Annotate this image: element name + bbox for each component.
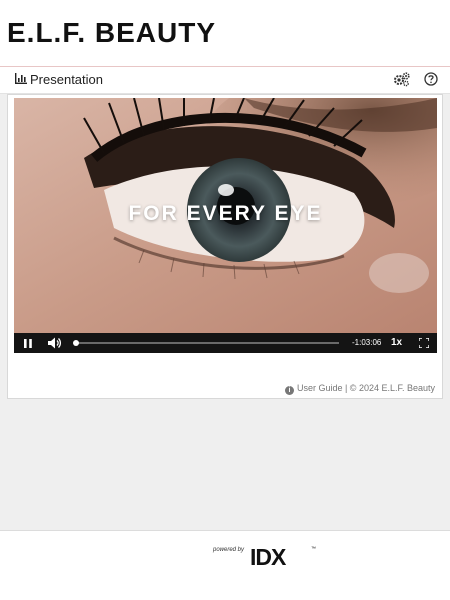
page-title: Presentation bbox=[30, 72, 103, 87]
footer-note: i User Guide | © 2024 E.L.F. Beauty bbox=[284, 383, 435, 395]
fullscreen-icon[interactable] bbox=[419, 338, 429, 348]
presentation-toolbar: Presentation bbox=[0, 67, 450, 94]
playback-speed-button[interactable]: 1x bbox=[391, 337, 402, 349]
brand-logo: E.L.F. BEAUTY bbox=[7, 17, 217, 48]
video-controls: -1:03:06 1x bbox=[14, 333, 437, 353]
video-caption: FOR EVERY EYE bbox=[128, 202, 323, 225]
trademark-symbol: ™ bbox=[311, 546, 316, 552]
pause-icon[interactable] bbox=[24, 339, 32, 348]
help-icon[interactable] bbox=[424, 72, 438, 86]
powered-by-label: powered by bbox=[213, 547, 245, 553]
progress-bar[interactable] bbox=[73, 340, 339, 346]
progress-handle[interactable] bbox=[73, 340, 80, 346]
powered-by-bar bbox=[0, 531, 450, 600]
idx-logo: IDX bbox=[250, 544, 286, 570]
user-guide-link[interactable]: User Guide | © 2024 E.L.F. Beauty bbox=[297, 383, 435, 393]
video-player[interactable]: FOR EVERY EYE bbox=[14, 98, 437, 333]
info-icon: i bbox=[284, 386, 294, 395]
volume-icon[interactable] bbox=[48, 337, 61, 349]
chart-icon bbox=[15, 73, 27, 84]
gear-icon[interactable] bbox=[393, 72, 410, 87]
brand-header: E.L.F. BEAUTY bbox=[0, 0, 450, 66]
time-remaining: -1:03:06 bbox=[352, 338, 382, 347]
